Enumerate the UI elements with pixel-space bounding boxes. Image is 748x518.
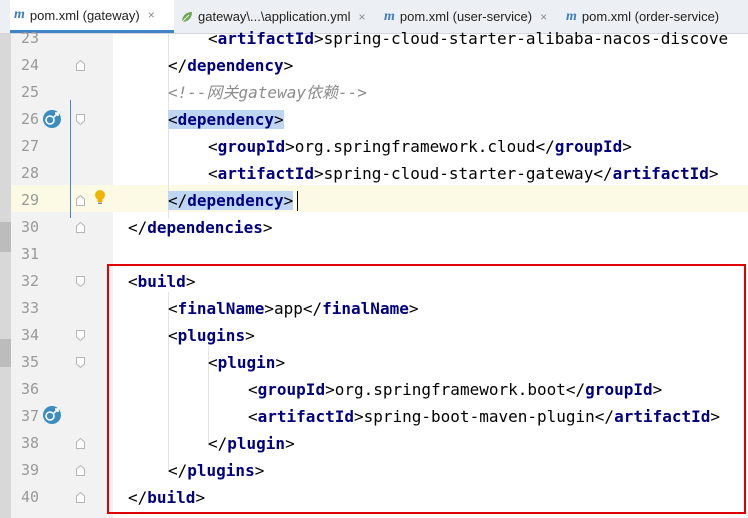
maven-m-icon: m <box>14 7 25 22</box>
line-number: 24 <box>20 56 39 74</box>
code-line: 28 <artifactId>spring-cloud-starter-gate… <box>0 160 748 187</box>
close-icon[interactable]: × <box>358 10 365 24</box>
line-number: 26 <box>20 110 39 128</box>
code-text: <artifactId>spring-cloud-starter-alibaba… <box>208 29 729 48</box>
annotation-highlight-box <box>107 264 746 514</box>
line-number: 29 <box>20 191 39 209</box>
close-icon[interactable]: × <box>148 8 155 22</box>
tab-label: pom.xml (user-service) <box>399 9 533 24</box>
line-number: 36 <box>20 380 39 398</box>
maven-m-icon: m <box>566 8 577 24</box>
code-line: 30 </dependencies> <box>0 214 748 241</box>
tab-label: pom.xml (gateway) <box>29 7 140 23</box>
code-line: 26 <dependency> <box>0 106 748 133</box>
code-line: 24 </dependency> <box>0 52 748 79</box>
fold-end-icon[interactable] <box>76 222 85 233</box>
code-text: <groupId>org.springframework.cloud</grou… <box>208 137 632 156</box>
fold-start-icon[interactable] <box>76 114 85 125</box>
maven-m-icon: m <box>384 8 395 24</box>
navigate-dependency-icon[interactable] <box>42 109 62 129</box>
fold-start-icon[interactable] <box>76 276 85 287</box>
line-number: 40 <box>20 488 39 506</box>
code-line: 25 <!--网关gateway依赖--> <box>0 79 748 106</box>
line-number: 34 <box>20 326 39 344</box>
tab-label: pom.xml (order-service) <box>581 9 720 24</box>
lightbulb-icon[interactable] <box>93 189 107 205</box>
text-caret <box>297 191 298 211</box>
code-text: </dependencies> <box>128 218 273 237</box>
leaf-icon <box>181 11 192 22</box>
code-text: </dependency> <box>168 56 294 75</box>
fold-end-icon[interactable] <box>76 195 85 206</box>
code-comment: <!--网关gateway依赖--> <box>168 83 367 102</box>
line-number: 32 <box>20 272 39 290</box>
code-text: <dependency> <box>168 110 284 129</box>
fold-end-icon[interactable] <box>76 60 85 71</box>
line-number: 33 <box>20 299 39 317</box>
line-number: 27 <box>20 137 39 155</box>
code-text: </dependency> <box>168 191 294 210</box>
line-number: 28 <box>20 164 39 182</box>
line-number: 37 <box>20 407 39 425</box>
line-number: 31 <box>20 245 39 263</box>
code-line: 29 </dependency> <box>0 187 748 214</box>
fold-start-icon[interactable] <box>76 357 85 368</box>
fold-start-icon[interactable] <box>76 330 85 341</box>
line-number: 39 <box>20 461 39 479</box>
fold-end-icon[interactable] <box>76 465 85 476</box>
line-number: 30 <box>20 218 39 236</box>
line-number: 23 <box>20 29 39 47</box>
fold-end-icon[interactable] <box>76 438 85 449</box>
close-icon[interactable]: × <box>540 10 547 24</box>
code-line: 23 <artifactId>spring-cloud-starter-alib… <box>0 25 748 52</box>
line-number: 35 <box>20 353 39 371</box>
fold-end-icon[interactable] <box>76 492 85 503</box>
tab-label: gateway\...\application.yml <box>198 9 351 24</box>
code-text: <artifactId>spring-cloud-starter-gateway… <box>208 164 719 183</box>
line-number: 25 <box>20 83 39 101</box>
navigate-dependency-icon[interactable] <box>42 405 62 425</box>
code-line: 27 <groupId>org.springframework.cloud</g… <box>0 133 748 160</box>
line-number: 38 <box>20 434 39 452</box>
